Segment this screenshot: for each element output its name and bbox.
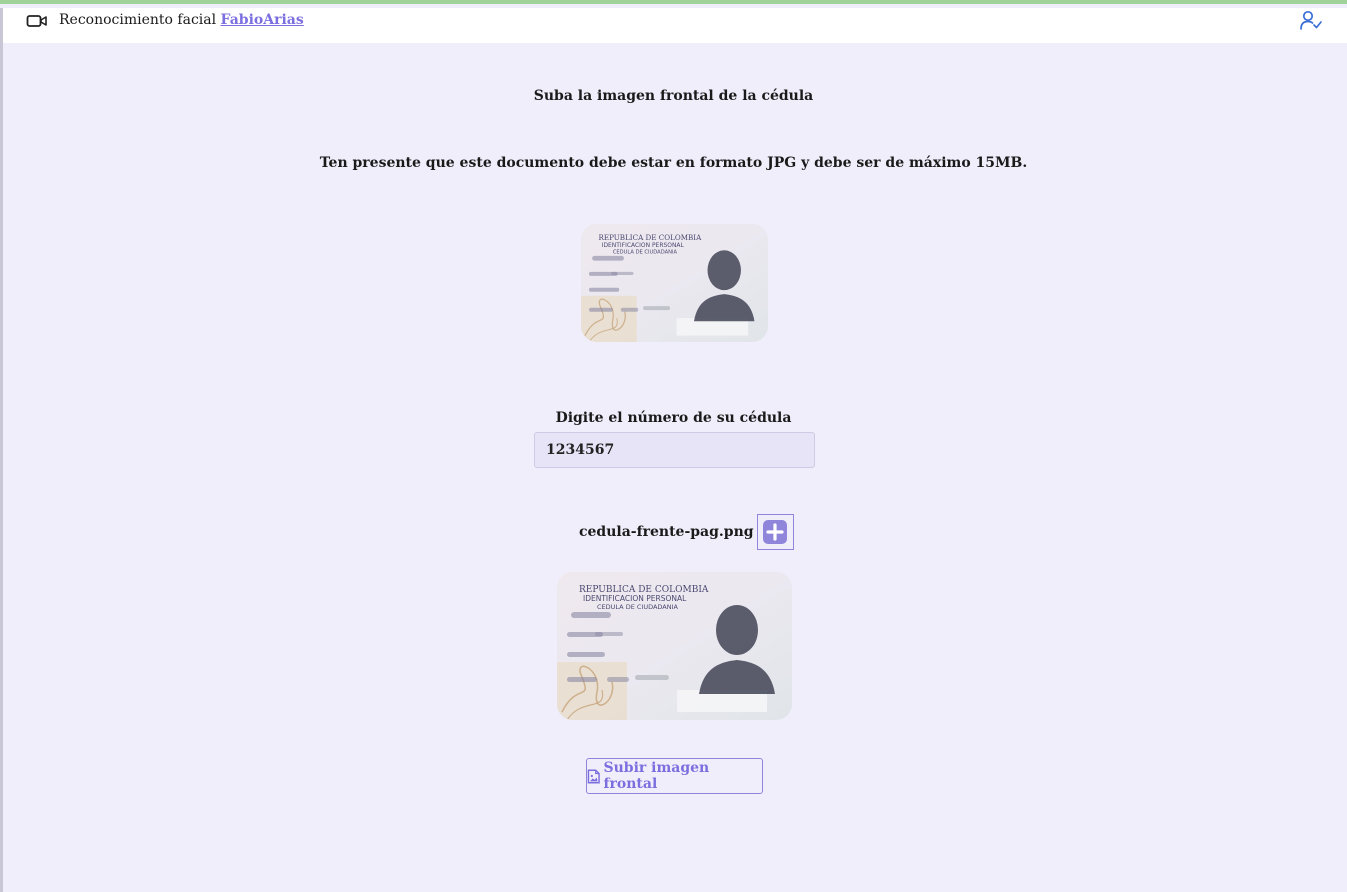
user-link[interactable]: FabioArias [221,12,304,28]
cedula-input[interactable] [534,432,815,468]
card-type: IDENTIFICACION PERSONAL [583,594,687,603]
format-note: Ten presente que este documento debe est… [319,155,1028,171]
file-selector-row: cedula-frente-pag.png [579,513,794,551]
page-title: Suba la imagen frontal de la cédula [533,88,814,104]
card-type: IDENTIFICACION PERSONAL [602,242,685,249]
card-subtype: CEDULA DE CIUDADANIA [597,603,679,611]
uploaded-id-card-preview: REPUBLICA DE COLOMBIA IDENTIFICACION PER… [557,572,792,720]
upload-front-image-button[interactable]: Subir imagen frontal [586,758,763,794]
card-subtype: CEDULA DE CIUDADANIA [613,249,678,255]
selected-file-name: cedula-frente-pag.png [579,524,754,540]
sample-id-card-image: REPUBLICA DE COLOMBIA IDENTIFICACION PER… [581,224,768,342]
plus-square-icon [763,520,788,544]
image-file-icon [587,769,600,783]
card-country: REPUBLICA DE COLOMBIA [599,233,703,242]
window-edge [0,8,3,892]
app-title-text: Reconocimiento facial [59,12,217,28]
app-title: Reconocimiento facial FabioArias [59,12,304,28]
add-file-button[interactable] [756,514,794,550]
user-check-icon[interactable] [1299,10,1323,32]
upload-button-label: Subir imagen frontal [603,760,710,792]
cedula-label: Digite el número de su cédula [555,410,792,426]
top-bar: Reconocimiento facial FabioArias [3,8,1347,43]
video-camera-icon [26,15,47,27]
